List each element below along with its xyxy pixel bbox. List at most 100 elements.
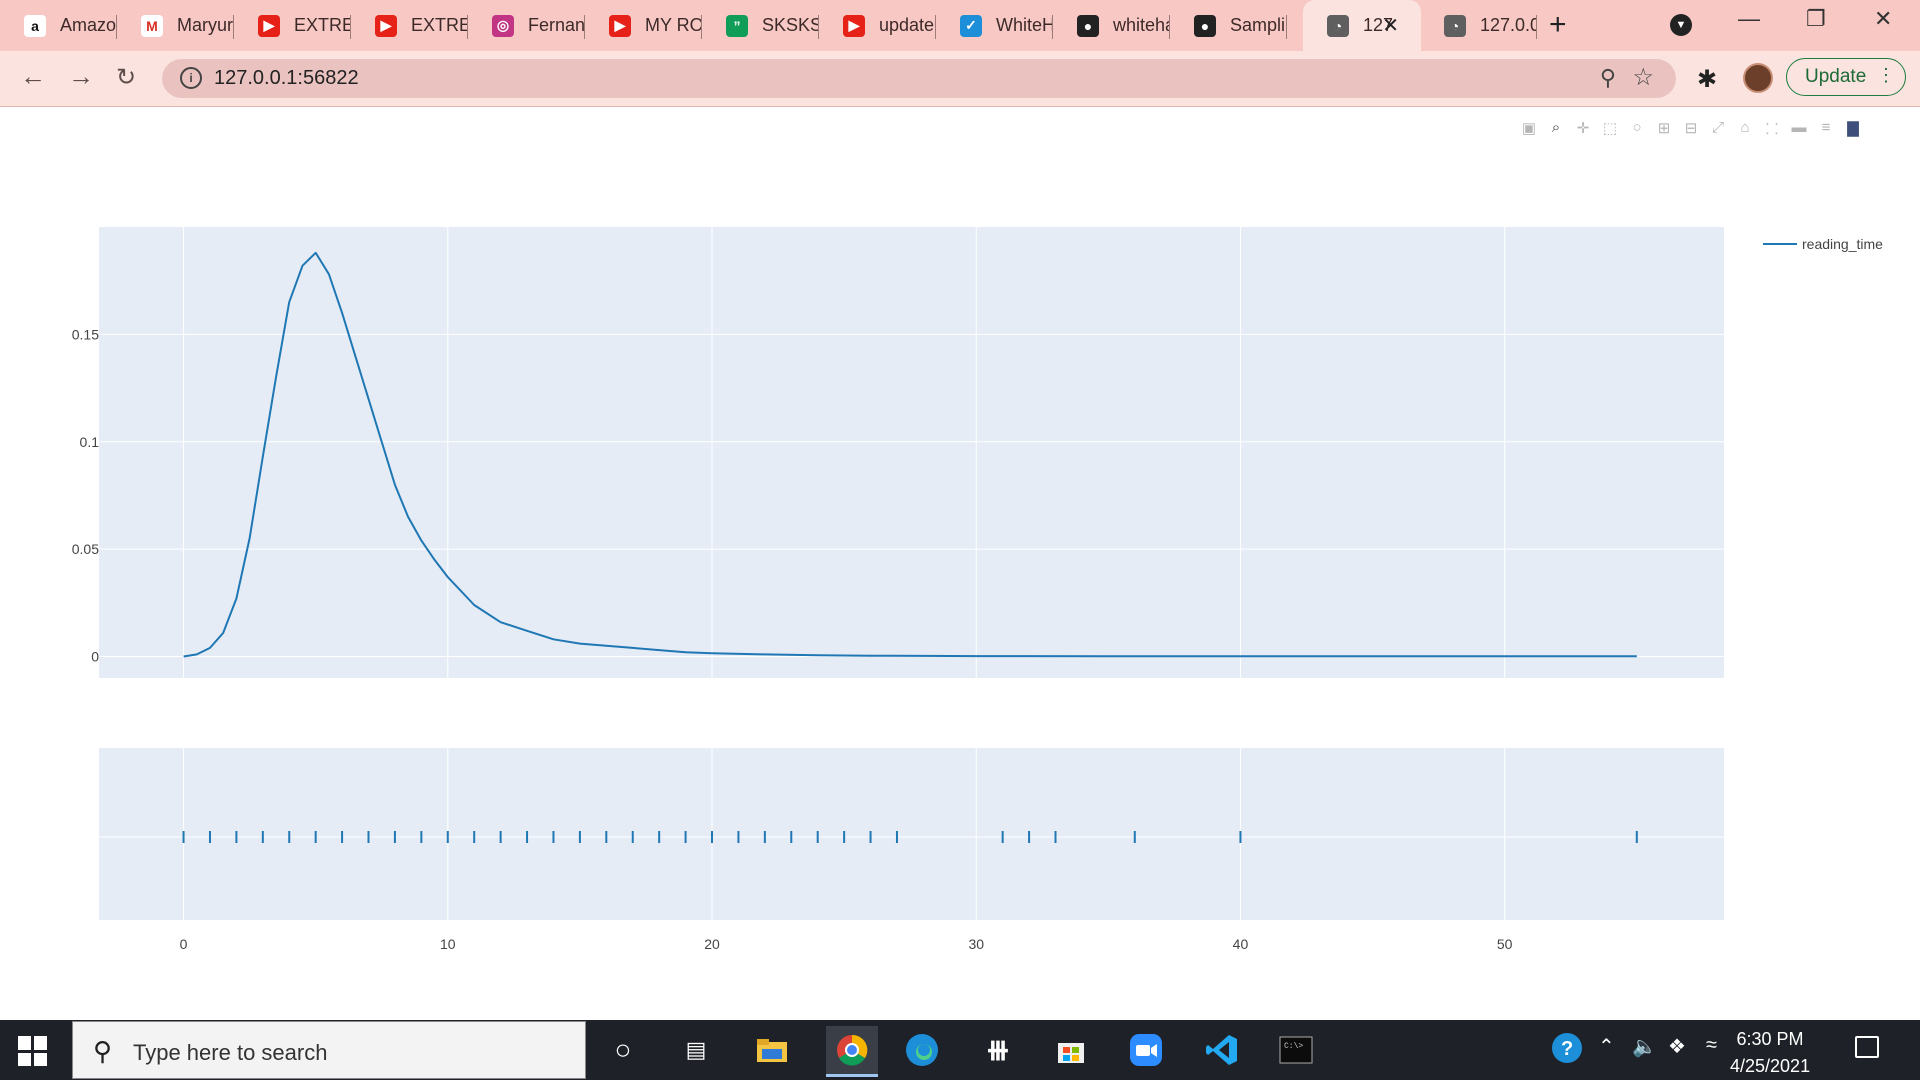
site-info-icon[interactable]: i: [180, 67, 202, 89]
y-tick-label: 0.15: [72, 326, 99, 342]
zoom-app-icon[interactable]: [1128, 1032, 1164, 1068]
svg-text:C:\>: C:\>: [1284, 1042, 1303, 1051]
tab-9[interactable]: ● whiteha: [1053, 4, 1170, 47]
github-icon: ●: [1194, 14, 1216, 37]
tab-4[interactable]: ◎ Fernan: [468, 4, 585, 47]
update-button[interactable]: Update ⋮: [1786, 58, 1906, 96]
back-icon[interactable]: ←: [20, 61, 46, 92]
url-text[interactable]: 127.0.0.1:56822: [214, 67, 359, 90]
zoom-icon[interactable]: ⚲: [1600, 65, 1616, 91]
instagram-icon: ◎: [492, 14, 514, 37]
windows-start-icon[interactable]: [18, 1036, 48, 1066]
search-placeholder: Type here to search: [133, 1040, 328, 1065]
svg-text:?: ?: [1561, 1038, 1573, 1060]
forward-icon[interactable]: →: [68, 61, 94, 92]
tab-title: EXTREM: [411, 15, 468, 35]
tab-0[interactable]: a Amazo: [0, 4, 117, 47]
clock[interactable]: 6:30 PM 4/25/2021: [1730, 1026, 1810, 1080]
globe-icon: ◔: [1444, 14, 1466, 37]
help-icon[interactable]: ?: [1551, 1032, 1583, 1070]
plot-svg[interactable]: 0 10 20 30 40 50 0 0.05 0.1 0.15 reading_time: [0, 107, 1920, 1019]
tab-search-icon[interactable]: ▼: [1670, 14, 1692, 36]
tab-title: Fernan: [528, 15, 585, 35]
y-tick-label: 0.05: [72, 541, 99, 557]
whitehat-icon: ✓: [960, 14, 982, 37]
tab-separator: [1286, 15, 1287, 39]
gmail-icon: M: [141, 14, 163, 37]
extensions-puzzle-icon[interactable]: ✱: [1697, 65, 1717, 94]
x-tick-label: 20: [704, 936, 720, 952]
volume-icon[interactable]: 🔈: [1632, 1034, 1657, 1059]
notification-icon[interactable]: [1855, 1036, 1879, 1058]
file-explorer-icon[interactable]: [754, 1032, 790, 1068]
tab-2[interactable]: ▶ EXTREM: [234, 4, 351, 47]
avatar[interactable]: [1743, 63, 1773, 93]
y-tick-label: 0: [91, 649, 99, 665]
tab-title: EXTREM: [294, 15, 351, 35]
tab-title: Amazo: [60, 15, 117, 35]
dropbox-icon[interactable]: ❖: [1668, 1034, 1686, 1059]
update-label: Update: [1805, 66, 1867, 87]
youtube-icon: ▶: [609, 14, 631, 37]
cortana-icon[interactable]: ○: [605, 1032, 641, 1068]
tab-title: whiteha: [1113, 15, 1170, 35]
vscode-icon[interactable]: [1204, 1032, 1240, 1068]
taskbar-search-input[interactable]: ⚲ Type here to search: [72, 1021, 586, 1079]
github-icon: ●: [1077, 14, 1099, 37]
new-tab-button[interactable]: +: [1549, 8, 1567, 42]
close-tab-icon[interactable]: ✕: [1382, 13, 1399, 38]
tab-title: 127.0.0: [1480, 15, 1537, 35]
x-tick-label: 40: [1233, 936, 1249, 952]
hangouts-icon: ”: [726, 14, 748, 37]
tab-strip: a Amazo M Maryur ▶ EXTREM ▶ EXTREM ◎ Fernan ▶ MY RO…: [0, 0, 1920, 51]
amazon-icon: a: [24, 14, 46, 37]
globe-icon: ◔: [1327, 14, 1349, 37]
tab-5[interactable]: ▶ MY RO: [585, 4, 702, 47]
bookmark-star-icon[interactable]: ☆: [1632, 63, 1654, 92]
terminal-icon[interactable]: C:\>: [1278, 1032, 1314, 1068]
tab-10[interactable]: ● Sampli: [1170, 4, 1287, 47]
plot-page: ▣ ⌕ ✛ ⬚ ○ ⊞ ⊟ ⤢ ⌂ ⸬ ▬ ≡ ▇ 0 10 20 30 40 50 0 0.05 0.1 0.15 rea…: [0, 107, 1920, 1019]
browser-toolbar: ← → ↻ i 127.0.0.1:56822 ⚲ ☆ ✱ Update ⋮: [0, 51, 1920, 107]
tab-7[interactable]: ▶ update: [819, 4, 936, 47]
x-tick-label: 10: [440, 936, 456, 952]
task-view-icon[interactable]: ▤: [678, 1032, 714, 1068]
tab-title: Maryur: [177, 15, 234, 35]
tab-11[interactable]: ◔ 127 ✕: [1303, 0, 1421, 51]
search-icon: ⚲: [93, 1036, 113, 1066]
store-icon[interactable]: [1053, 1032, 1089, 1068]
edge-icon[interactable]: [904, 1032, 940, 1068]
chevron-up-icon[interactable]: ⌃: [1598, 1034, 1615, 1059]
legend-label[interactable]: reading_time: [1802, 236, 1883, 252]
youtube-icon: ▶: [843, 14, 865, 37]
restore-icon[interactable]: ❐: [1806, 6, 1826, 32]
tab-12[interactable]: ◔ 127.0.0: [1420, 4, 1537, 47]
x-tick-label: 30: [968, 936, 984, 952]
x-tick-label: 0: [180, 936, 188, 952]
tab-title: WhiteH: [996, 15, 1053, 35]
close-window-icon[interactable]: ✕: [1874, 6, 1892, 32]
reload-icon[interactable]: ↻: [116, 63, 136, 92]
tab-title: update: [879, 15, 935, 35]
clock-time: 6:30 PM: [1736, 1029, 1804, 1049]
tab-title: SKSKSK: [762, 15, 819, 35]
youtube-icon: ▶: [375, 14, 397, 37]
y-tick-label: 0.1: [80, 434, 100, 450]
tab-8[interactable]: ✓ WhiteH: [936, 4, 1053, 47]
address-bar[interactable]: i 127.0.0.1:56822 ⚲ ☆: [162, 59, 1676, 98]
tab-3[interactable]: ▶ EXTREM: [351, 4, 468, 47]
wifi-icon[interactable]: ≈: [1706, 1034, 1717, 1057]
youtube-icon: ▶: [258, 14, 280, 37]
tab-title: MY RO: [645, 15, 702, 35]
kde-plot-area: [99, 227, 1724, 678]
app-icon-s[interactable]: ⧻: [980, 1032, 1016, 1068]
tab-title: Sampli: [1230, 15, 1286, 35]
clock-date: 4/25/2021: [1730, 1056, 1811, 1076]
menu-dots-icon[interactable]: ⋮: [1877, 65, 1895, 86]
taskbar: ⚲ Type here to search ○ ▤ ⧻ C:\> ? ⌃ 🔈 ❖…: [0, 1020, 1920, 1080]
minimize-icon[interactable]: —: [1738, 6, 1760, 32]
chrome-icon[interactable]: [826, 1026, 878, 1077]
tab-separator: [1536, 15, 1537, 39]
tab-6[interactable]: ” SKSKSK: [702, 4, 819, 47]
tab-1[interactable]: M Maryur: [117, 4, 234, 47]
